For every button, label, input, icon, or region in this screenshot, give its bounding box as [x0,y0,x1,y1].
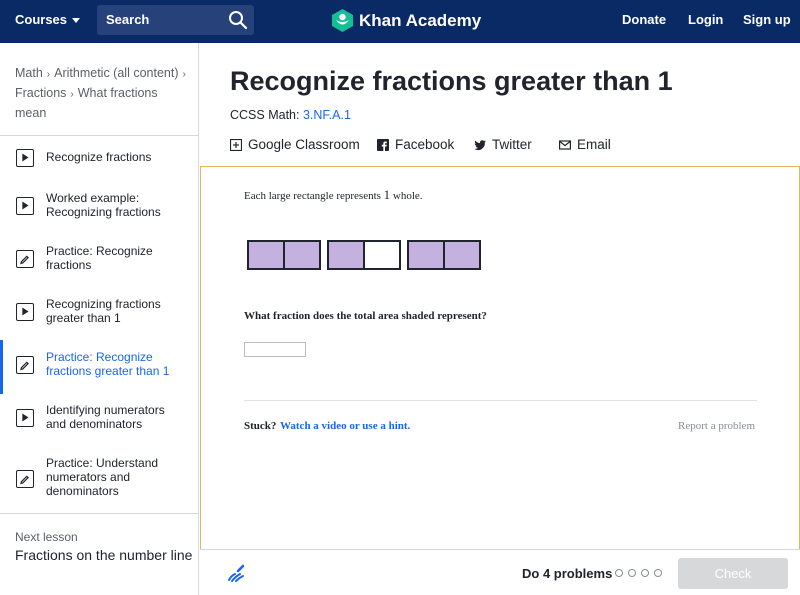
google-classroom-share-button[interactable]: Google Classroom [230,137,360,152]
sidebar-item-worked-example[interactable]: Worked example: Recognizing fractions [0,189,198,241]
twitter-label: Twitter [492,137,532,152]
breadcrumb-separator-icon: › [46,69,51,80]
sidebar-item-practice-recognize-fractions[interactable]: Practice: Recognize fractions [0,242,198,294]
sidebar-item-recognizing-fractions-greater[interactable]: Recognizing fractions greater than 1 [0,295,198,347]
answer-input[interactable] [244,342,306,357]
shaded-part [329,242,363,268]
sidebar-item-label: Practice: Recognize fractions [46,244,153,272]
pencil-icon [16,470,34,488]
logo-text: Khan Academy [359,10,482,30]
next-lesson-link[interactable]: Fractions on the number line [15,547,192,563]
lesson-sidebar: Math › Arithmetic (all content) ›Fractions ›… [0,43,199,595]
progress-dot [615,569,623,577]
courses-label: Courses [15,12,68,27]
do-problems-label: Do 4 problems [522,566,613,581]
pencil-icon [16,250,34,268]
ccss-prefix: CCSS Math: [230,108,300,122]
sidebar-divider [0,513,199,514]
play-icon [16,303,34,321]
hint-link[interactable]: Watch a video or use a hint. [280,420,410,432]
exercise-question: What fraction does the total area shaded… [244,310,487,322]
search-box[interactable]: Search [97,5,254,35]
stuck-label: Stuck? [244,420,277,432]
exercise-prompt: Each large rectangle represents 1 whole. [244,187,423,203]
sidebar-item-recognize-fractions[interactable]: Recognize fractions [0,147,198,187]
sidebar-item-label: Practice: Recognize fractions greater th… [46,350,170,378]
breadcrumb-separator-icon: › [70,89,74,100]
twitter-share-button[interactable]: Twitter [474,137,532,152]
sidebar-item-label: Recognizing fractions greater than 1 [46,297,161,325]
facebook-share-button[interactable]: Facebook [377,137,454,152]
prompt-text-before: Each large rectangle represents [244,190,381,202]
khan-academy-logo[interactable]: Khan Academy [332,9,481,32]
whole-rectangle [407,240,481,270]
facebook-icon [377,138,389,151]
breadcrumb-arithmetic[interactable]: Arithmetic (all content) [54,66,178,80]
sidebar-item-practice-recognize-fractions-greater[interactable]: Practice: Recognize fractions greater th… [0,348,198,400]
play-icon [16,409,34,427]
pencil-icon [16,356,34,374]
breadcrumb-math[interactable]: Math [15,66,43,80]
breadcrumb-fractions[interactable]: Fractions [15,86,66,100]
google-classroom-icon [230,138,242,151]
shaded-part [409,242,443,268]
shaded-part [443,242,479,268]
prompt-text-after: whole. [392,190,423,202]
panel-divider [244,400,757,401]
prompt-number: 1 [383,187,391,202]
twitter-icon [474,139,486,150]
signup-link[interactable]: Sign up [743,12,791,27]
email-icon [559,139,571,150]
whole-rectangle [327,240,401,270]
sidebar-item-label: Worked example: Recognizing fractions [46,191,161,219]
whole-rectangle [247,240,321,270]
khan-academy-leaf-icon [332,9,353,32]
exercise-footer: Do 4 problems Check [200,549,800,595]
sidebar-item-label: Identifying numerators and denominators [46,403,165,431]
search-icon[interactable] [228,10,248,30]
next-lesson-label: Next lesson [15,530,78,544]
email-share-button[interactable]: Email [559,137,611,152]
email-label: Email [577,137,611,152]
google-classroom-label: Google Classroom [248,137,360,152]
sidebar-item-identifying-numerators[interactable]: Identifying numerators and denominators [0,401,198,453]
unshaded-part [363,242,399,268]
facebook-label: Facebook [395,137,455,152]
top-navigation: Courses Search Khan Academy Donate Login… [0,0,800,43]
exercise-panel: Each large rectangle represents 1 whole.… [200,166,800,549]
check-button[interactable]: Check [678,558,788,589]
play-icon [16,149,34,167]
scratchpad-icon[interactable] [226,563,246,583]
play-icon [16,197,34,215]
ccss-standard: CCSS Math: 3.NF.A.1 [230,108,351,122]
login-link[interactable]: Login [688,12,723,27]
sidebar-item-label: Recognize fractions [46,150,152,164]
search-input[interactable]: Search [106,12,149,27]
sidebar-item-practice-understand-numerators[interactable]: Practice: Understand numerators and deno… [0,454,198,514]
progress-dot [654,569,662,577]
page-title: Recognize fractions greater than 1 [230,66,673,96]
chevron-down-icon [72,18,81,23]
shaded-part [249,242,283,268]
sidebar-item-label: Practice: Understand numerators and deno… [46,456,159,498]
ccss-code-link[interactable]: 3.NF.A.1 [303,108,351,122]
report-problem-link[interactable]: Report a problem [678,420,755,432]
courses-menu[interactable]: Courses [15,12,81,27]
progress-dot [628,569,636,577]
progress-dot [641,569,649,577]
breadcrumb: Math › Arithmetic (all content) ›Fractions ›… [15,64,190,122]
donate-link[interactable]: Donate [622,12,666,27]
breadcrumb-separator-icon: › [182,69,186,80]
sidebar-divider [0,135,199,136]
shaded-part [283,242,319,268]
